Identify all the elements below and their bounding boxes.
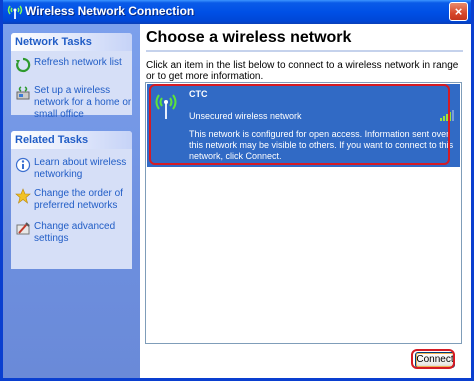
refresh-network-list-label: Refresh network list (34, 57, 122, 68)
change-network-order-label: Change the order of preferred networks (34, 188, 123, 211)
signal-bar (452, 110, 454, 121)
main-content: Choose a wireless network Click an item … (140, 24, 471, 378)
learn-wireless-link[interactable]: Learn about wireless networking (15, 157, 132, 181)
network-list-item[interactable]: CTC Unsecured wireless network This netw… (147, 84, 460, 167)
learn-wireless-label: Learn about wireless networking (34, 157, 127, 180)
title-bar[interactable]: Wireless Network Connection × (3, 0, 471, 24)
setup-wireless-network-label: Set up a wireless network for a home or … (34, 85, 132, 120)
close-button[interactable]: × (449, 2, 468, 21)
change-advanced-settings-link[interactable]: Change advanced settings (15, 221, 132, 245)
connect-button[interactable]: Connect (415, 352, 455, 368)
network-security-status: Unsecured wireless network (189, 111, 302, 121)
network-list[interactable]: CTC Unsecured wireless network This netw… (145, 82, 462, 344)
setup-network-icon (16, 86, 30, 100)
wireless-network-window: Wireless Network Connection × Network Ta… (0, 0, 474, 381)
signal-bar (440, 118, 442, 121)
related-tasks-header[interactable]: Related Tasks (11, 131, 132, 149)
setup-wireless-network-link[interactable]: Set up a wireless network for a home or … (15, 85, 132, 121)
signal-bar (449, 112, 451, 121)
window-title: Wireless Network Connection (25, 4, 195, 18)
wireless-network-icon (7, 5, 23, 19)
title-divider (146, 50, 463, 52)
related-tasks-panel: Related Tasks Learn about wireless netwo… (11, 131, 132, 269)
network-ssid: CTC (189, 89, 208, 99)
network-description: This network is configured for open acce… (189, 129, 454, 161)
change-advanced-settings-label: Change advanced settings (34, 221, 116, 244)
wireless-antenna-icon (155, 94, 177, 119)
change-network-order-link[interactable]: Change the order of preferred networks (15, 188, 132, 212)
network-tasks-panel: Network Tasks Refresh network list Set u… (11, 33, 132, 120)
info-icon (15, 157, 31, 173)
page-title: Choose a wireless network (146, 29, 352, 46)
refresh-icon (16, 57, 31, 73)
settings-icon (16, 222, 30, 235)
task-pane: Network Tasks Refresh network list Set u… (3, 24, 140, 378)
signal-bar (443, 116, 445, 121)
refresh-network-list-link[interactable]: Refresh network list (15, 57, 132, 73)
star-icon (15, 188, 31, 204)
instructions-text: Click an item in the list below to conne… (146, 60, 459, 82)
signal-bar (446, 114, 448, 121)
signal-strength-icon (440, 109, 454, 121)
network-tasks-header[interactable]: Network Tasks (11, 33, 132, 51)
